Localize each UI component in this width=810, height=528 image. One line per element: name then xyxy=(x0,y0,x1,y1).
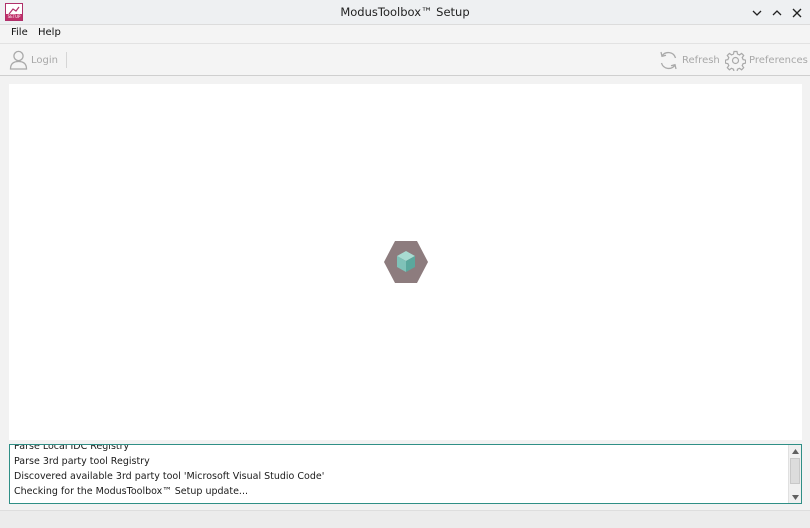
user-icon xyxy=(9,50,28,70)
close-icon xyxy=(792,8,802,18)
log-lines: Parse Local IDC Registry Parse 3rd party… xyxy=(14,444,784,499)
toolbar-separator xyxy=(66,52,67,68)
scroll-up-icon xyxy=(791,448,799,454)
log-line: Parse 3rd party tool Registry xyxy=(14,456,150,467)
scroll-thumb[interactable] xyxy=(790,458,800,484)
login-label: Login xyxy=(31,54,58,66)
menu-bar: File Help xyxy=(0,25,810,43)
preferences-button[interactable]: Preferences xyxy=(725,49,808,71)
loading-spinner-icon xyxy=(384,241,428,283)
title-bar[interactable]: SETUP ModusToolbox™ Setup xyxy=(0,0,810,25)
log-line: Checking for the ModusToolbox™ Setup upd… xyxy=(14,486,248,497)
app-window: SETUP ModusToolbox™ Setup File Help Logi… xyxy=(0,0,810,528)
maximize-button[interactable] xyxy=(769,5,785,21)
toolbar: Login Refresh Preferences xyxy=(0,43,810,76)
chevron-up-icon xyxy=(772,10,782,16)
log-line: Discovered available 3rd party tool 'Mic… xyxy=(14,471,325,482)
preferences-label: Preferences xyxy=(749,54,808,66)
chevron-down-icon xyxy=(752,10,762,16)
scroll-down-icon xyxy=(791,494,799,500)
menu-help[interactable]: Help xyxy=(38,27,61,38)
refresh-button[interactable]: Refresh xyxy=(658,49,720,71)
window-title: ModusToolbox™ Setup xyxy=(340,5,470,19)
status-bar xyxy=(0,510,810,528)
main-content-area xyxy=(9,84,802,440)
log-line: Parse Local IDC Registry xyxy=(14,444,130,452)
close-button[interactable] xyxy=(789,5,805,21)
menu-file[interactable]: File xyxy=(11,27,28,38)
log-output-panel[interactable]: Parse Local IDC Registry Parse 3rd party… xyxy=(9,444,802,504)
scroll-up-button[interactable] xyxy=(789,445,801,457)
refresh-icon xyxy=(660,51,677,69)
login-button[interactable]: Login xyxy=(9,49,58,71)
refresh-label: Refresh xyxy=(682,54,720,66)
scroll-down-button[interactable] xyxy=(789,491,801,503)
minimize-button[interactable] xyxy=(749,5,765,21)
gear-icon xyxy=(725,50,746,71)
log-scrollbar[interactable] xyxy=(788,445,801,503)
